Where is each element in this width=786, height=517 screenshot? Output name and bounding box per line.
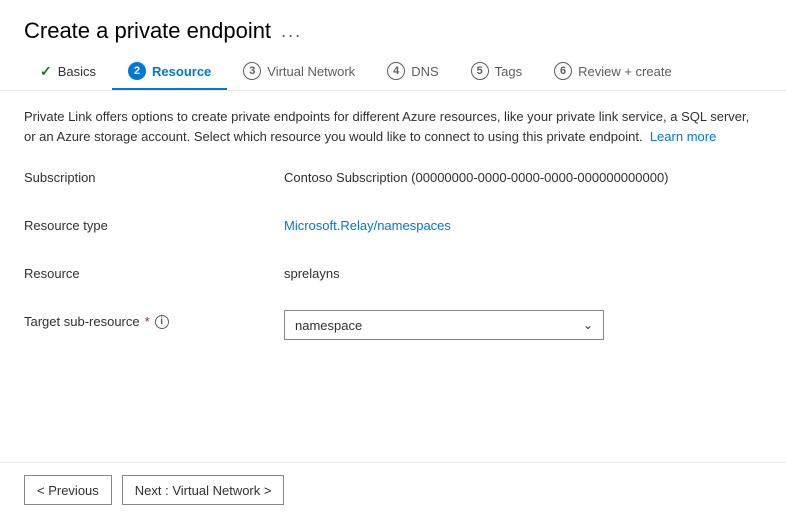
target-sub-resource-row: Target sub-resource * i namespace ⌄ — [24, 310, 762, 340]
header-ellipsis: ... — [281, 21, 302, 42]
tab-basics[interactable]: ✓ Basics — [24, 55, 112, 90]
resource-type-label: Resource type — [24, 214, 284, 233]
tab-dns[interactable]: 4 DNS — [371, 54, 454, 90]
page-container: Create a private endpoint ... ✓ Basics 2… — [0, 0, 786, 517]
tab-resource-number: 2 — [128, 62, 146, 80]
header: Create a private endpoint ... — [0, 0, 786, 54]
resource-row: Resource sprelayns — [24, 262, 762, 290]
tabs-bar: ✓ Basics 2 Resource 3 Virtual Network 4 … — [0, 54, 786, 91]
footer: < Previous Next : Virtual Network > — [0, 462, 786, 517]
subscription-value: Contoso Subscription (00000000-0000-0000… — [284, 166, 762, 185]
prev-button[interactable]: < Previous — [24, 475, 112, 505]
tab-review-create-label: Review + create — [578, 64, 672, 79]
tab-tags[interactable]: 5 Tags — [455, 54, 538, 90]
resource-type-value: Microsoft.Relay/namespaces — [284, 214, 762, 233]
tab-virtual-network-number: 3 — [243, 62, 261, 80]
tab-review-create-number: 6 — [554, 62, 572, 80]
description-body: Private Link offers options to create pr… — [24, 109, 749, 144]
subscription-row: Subscription Contoso Subscription (00000… — [24, 166, 762, 194]
description-text: Private Link offers options to create pr… — [24, 107, 762, 146]
tab-tags-number: 5 — [471, 62, 489, 80]
tab-basics-check-icon: ✓ — [40, 63, 52, 80]
dropdown-arrow-icon: ⌄ — [583, 318, 593, 332]
main-content: Private Link offers options to create pr… — [0, 91, 786, 462]
tab-resource[interactable]: 2 Resource — [112, 54, 227, 90]
tab-virtual-network[interactable]: 3 Virtual Network — [227, 54, 371, 90]
tab-virtual-network-label: Virtual Network — [267, 64, 355, 79]
target-sub-resource-selected: namespace — [295, 318, 362, 333]
next-button[interactable]: Next : Virtual Network > — [122, 475, 285, 505]
resource-type-row: Resource type Microsoft.Relay/namespaces — [24, 214, 762, 242]
subscription-label: Subscription — [24, 166, 284, 185]
resource-label: Resource — [24, 262, 284, 281]
learn-more-link[interactable]: Learn more — [650, 129, 716, 144]
target-sub-resource-dropdown-container[interactable]: namespace ⌄ — [284, 310, 604, 340]
resource-value: sprelayns — [284, 262, 762, 281]
target-sub-resource-label: Target sub-resource * i — [24, 310, 284, 329]
tab-dns-label: DNS — [411, 64, 438, 79]
tab-basics-label: Basics — [58, 64, 96, 79]
tab-resource-label: Resource — [152, 64, 211, 79]
info-icon[interactable]: i — [155, 315, 169, 329]
page-title: Create a private endpoint — [24, 18, 271, 44]
tab-dns-number: 4 — [387, 62, 405, 80]
tab-tags-label: Tags — [495, 64, 522, 79]
required-indicator: * — [145, 314, 150, 329]
target-sub-resource-dropdown[interactable]: namespace ⌄ — [284, 310, 604, 340]
tab-review-create[interactable]: 6 Review + create — [538, 54, 688, 90]
